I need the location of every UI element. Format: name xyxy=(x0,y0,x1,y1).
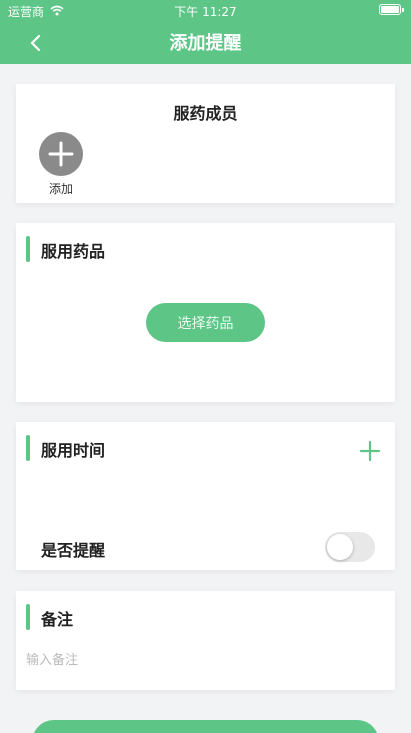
status-time: 下午 11:27 xyxy=(174,5,237,19)
remind-label: 是否提醒 xyxy=(41,541,106,560)
remark-card: 备注 xyxy=(16,591,395,690)
section-accent-bar xyxy=(26,236,30,262)
select-medicine-button[interactable]: 选择药品 xyxy=(146,303,265,342)
plus-icon xyxy=(359,440,381,462)
member-card-title: 服药成员 xyxy=(173,104,238,123)
remark-card-title: 备注 xyxy=(41,610,74,629)
status-bar: 运营商 下午 11:27 xyxy=(0,0,411,20)
section-accent-bar xyxy=(26,604,30,630)
medicine-card: 服用药品 选择药品 xyxy=(16,223,395,402)
add-member-label: 添加 xyxy=(48,182,73,196)
toggle-knob xyxy=(327,534,353,560)
add-time-button[interactable] xyxy=(359,440,381,462)
time-card-title: 服用时间 xyxy=(41,441,106,460)
page-title: 添加提醒 xyxy=(169,33,242,54)
navigation-header: 运营商 下午 11:27 添加提醒 xyxy=(0,0,411,64)
add-member-button[interactable] xyxy=(39,132,83,176)
remark-input[interactable] xyxy=(26,647,376,673)
plus-icon xyxy=(48,141,74,167)
member-card: 服药成员 添加 xyxy=(16,84,395,203)
medicine-card-title: 服用药品 xyxy=(41,242,106,261)
remind-toggle[interactable] xyxy=(325,532,375,562)
section-accent-bar xyxy=(26,435,30,461)
battery-icon xyxy=(379,4,404,15)
save-button[interactable] xyxy=(32,720,379,733)
time-card: 服用时间 是否提醒 xyxy=(16,422,395,570)
